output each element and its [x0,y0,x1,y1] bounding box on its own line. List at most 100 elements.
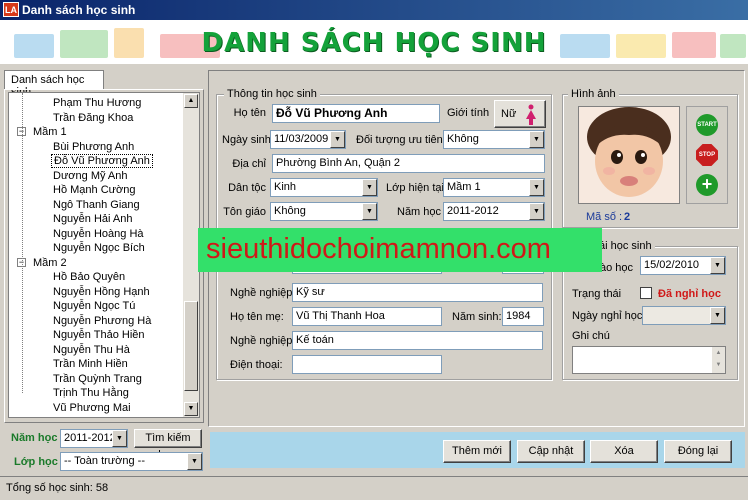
tree-node-label: Nguyễn Hoàng Hà [53,227,144,240]
filter-class-label: Lớp học [14,456,58,468]
student-id-label: Mã số : [586,211,623,223]
scroll-down-icon[interactable]: ▼ [712,359,725,371]
filter-class-value: -- Toàn trường -- [64,455,146,467]
father-job-label: Nghề nghiệp: [230,287,296,299]
add-photo-icon[interactable]: + [696,174,718,196]
note-scrollbar[interactable]: ▲ ▼ [712,347,725,373]
window-title: Danh sách học sinh [22,3,136,17]
note-label: Ghi chú [572,330,610,342]
priority-label: Đối tượng ưu tiên [356,134,443,146]
name-label: Họ tên [233,107,266,119]
tree-node-label: Hồ Mạnh Cường [53,184,136,196]
leave-date-picker[interactable]: ▼ [642,306,726,325]
mother-birth-label: Năm sinh: [452,311,502,323]
chevron-down-icon[interactable]: ▼ [362,179,377,196]
note-textarea[interactable]: ▲ ▼ [572,346,726,374]
tree-scrollbar[interactable]: ▲ ▼ [183,93,199,417]
app-icon: LA [3,2,19,17]
religion-label: Tôn giáo [223,206,266,218]
close-button[interactable]: Đóng lại [664,440,732,463]
mother-name-input[interactable]: Vũ Thị Thanh Hoa [292,307,442,326]
religion-select[interactable]: Không ▼ [270,202,378,221]
statusbar-text: Tổng số học sinh: 58 [6,482,109,494]
current-class-label: Lớp hiện tại [386,182,444,194]
update-button[interactable]: Cập nhật [517,440,585,463]
enroll-date-label: ào học [600,262,634,274]
tree-node-label: Phạm Thu Hương [53,97,142,109]
ethnicity-select[interactable]: Kinh ▼ [270,178,378,197]
chevron-down-icon[interactable]: ▼ [529,179,544,196]
mother-name-label: Họ tên mẹ: [230,311,284,323]
chevron-down-icon[interactable]: ▼ [362,203,377,220]
name-input[interactable]: Đỗ Vũ Phương Anh [272,104,440,123]
dob-picker[interactable]: 11/03/2009 ▼ [270,130,346,149]
address-label: Địa chỉ [232,158,266,170]
tree-student-node[interactable]: Vũ Phương Mai [51,400,133,416]
student-photo-frame[interactable] [578,106,680,204]
school-year-select[interactable]: 2011-2012 ▼ [443,202,545,221]
priority-select[interactable]: Không ▼ [443,130,545,149]
new-button[interactable]: Thêm mới [443,440,511,463]
dob-value: 11/03/2009 [274,133,329,145]
start-icon[interactable]: START [696,114,718,136]
filter-class-select[interactable]: -- Toàn trường -- ▼ [60,452,203,471]
banner-title: DANH SÁCH HỌC SINH [201,28,547,58]
chevron-down-icon[interactable]: ▼ [529,203,544,220]
religion-value: Không [274,205,306,217]
student-info-title: Thông tin học sinh [224,88,320,100]
delete-button[interactable]: Xóa [590,440,658,463]
school-year-value: 2011-2012 [447,205,499,217]
statusbar: Tổng số học sinh: 58 [0,476,748,500]
student-id-value: 2 [624,211,631,223]
tree-node-label: Nguyễn Ngọc Tú [53,300,136,312]
female-icon [526,104,536,125]
tree-node-label: Nguyễn Thu Hà [53,343,130,356]
status-group-title: ái học sinh [596,240,655,252]
address-input[interactable]: Phường Bình An, Quận 2 [272,154,545,173]
left-school-checkbox[interactable] [640,287,652,299]
tree-connector-line [22,93,23,393]
filter-year-select[interactable]: 2011-2012 ▼ [60,429,128,448]
current-class-select[interactable]: Mầm 1 ▼ [443,178,545,197]
chevron-down-icon[interactable]: ▼ [112,430,127,447]
gender-label: Giới tính [447,107,490,119]
tree-node-label: Trần Quỳnh Trang [53,372,142,385]
scroll-up-icon[interactable]: ▲ [184,94,198,108]
gender-button[interactable]: Nữ [494,100,546,128]
mother-job-input[interactable]: Kế toán [292,331,543,350]
tree-node-label: Dương Mỹ Anh [53,169,128,182]
enroll-date-picker[interactable]: 15/02/2010 ▼ [640,256,726,275]
tree-node-label: Bùi Phương Anh [53,140,135,153]
dob-label: Ngày sinh [222,134,271,146]
window-titlebar[interactable]: LA Danh sách học sinh [0,0,748,20]
tab-student-list[interactable]: Danh sách học sinh [4,70,104,98]
student-tree[interactable]: Phạm Thu Hương Trần Đăng Khoa − Mầm 1 Bùi Ph… [8,92,200,418]
filter-year-value: 2011-2012 [64,432,116,444]
phone-label: Điện thoại: [230,359,283,371]
mother-birth-input[interactable]: 1984 [502,307,544,326]
gender-value: Nữ [501,108,517,120]
chevron-down-icon[interactable]: ▼ [187,453,202,470]
chevron-down-icon[interactable]: ▼ [529,131,544,148]
ethnicity-label: Dân tộc [228,182,266,194]
phone-input[interactable] [292,355,442,374]
search-more-button[interactable]: Tìm kiếm hơn [134,429,202,461]
scroll-up-icon[interactable]: ▲ [712,347,725,359]
tree-node-label: Vũ Phương Mai [53,401,131,414]
scroll-thumb[interactable] [184,301,198,391]
current-class-value: Mầm 1 [447,181,481,193]
tree-node-label: Nguyễn Hải Anh [53,213,133,225]
scroll-down-icon[interactable]: ▼ [184,402,198,416]
tree-node-label: Trần Đăng Khoa [53,111,134,124]
tree-node-label: Trịnh Thu Hằng [53,387,129,399]
chevron-down-icon[interactable]: ▼ [710,257,725,274]
tree-node-label: Hồ Bảo Quyên [53,271,126,283]
father-job-input[interactable]: Kỹ sư [292,283,543,302]
ethnicity-value: Kinh [274,181,297,193]
chevron-down-icon[interactable]: ▼ [710,307,725,324]
tree-node-label: Ngô Thanh Giang [53,198,140,211]
tree-node-label: Nguyễn Phương Hà [53,314,152,327]
chevron-down-icon[interactable]: ▼ [330,131,345,148]
tree-node-label: Mầm 2 [33,256,67,269]
tree-node-label: Đỗ Vũ Phương Anh [51,154,153,168]
